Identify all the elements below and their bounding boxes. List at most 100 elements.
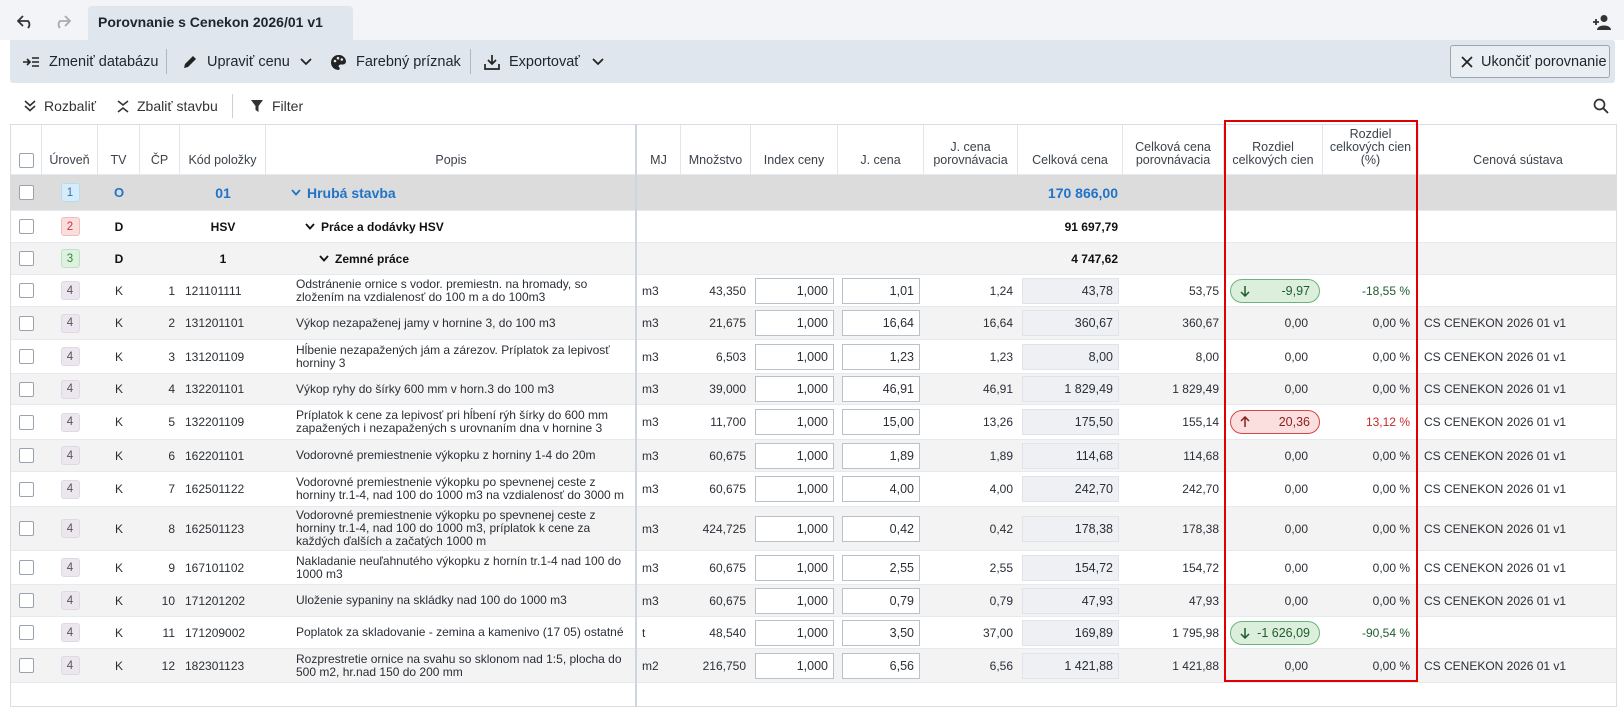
unit-price-input[interactable]: 0,79 (842, 587, 920, 614)
undo-icon[interactable] (14, 10, 38, 34)
price-index-input[interactable]: 1,000 (755, 277, 834, 304)
table-row[interactable]: 4 K 5 132201109 Príplatok k cene za lepivosť… (11, 405, 1616, 440)
row-checkbox[interactable] (19, 521, 34, 536)
tv-cell: K (114, 560, 123, 575)
header-total[interactable]: Celková cena (1018, 125, 1123, 174)
total-price-field: 175,50 (1022, 409, 1119, 435)
row-checkbox[interactable] (19, 251, 34, 266)
unit-price-input[interactable]: 3,50 (842, 619, 920, 646)
export-button[interactable]: Exportovať (484, 48, 604, 76)
header-unit-price-cmp[interactable]: J. cena porovnávacia (924, 125, 1018, 174)
header-price-index[interactable]: Index ceny (751, 125, 838, 174)
table-row[interactable]: 4 K 3 131201109 Hĺbenie nezapažených jám a z… (11, 340, 1616, 374)
row-checkbox[interactable] (19, 658, 34, 673)
unit-price-input[interactable]: 0,42 (842, 515, 920, 542)
unit-price-input[interactable]: 1,89 (842, 442, 920, 469)
header-level[interactable]: Úroveň (42, 125, 98, 174)
desc-cell[interactable]: Zemné práce (314, 243, 654, 274)
price-index-input[interactable]: 1,000 (755, 587, 834, 614)
table-row[interactable]: 4 K 4 132201101 Výkop ryhy do šírky 600 mm v… (11, 374, 1616, 405)
redo-icon[interactable] (50, 10, 74, 34)
code-cell: 01 (215, 184, 231, 201)
price-index-input[interactable]: 1,000 (755, 554, 834, 581)
price-index-input[interactable]: 1,000 (755, 442, 834, 469)
row-checkbox[interactable] (19, 381, 34, 397)
row-checkbox[interactable] (19, 349, 34, 364)
end-comparison-button[interactable]: Ukončiť porovnanie (1450, 45, 1610, 78)
header-cp[interactable]: ČP (140, 125, 180, 174)
expand-button[interactable]: Rozbaliť (24, 94, 96, 118)
header-total-cmp[interactable]: Celková cena porovnávacia (1123, 125, 1224, 174)
select-all-checkbox[interactable] (18, 153, 34, 168)
search-icon[interactable] (1593, 94, 1617, 118)
row-checkbox[interactable] (19, 481, 34, 497)
header-mj[interactable]: MJ (637, 125, 681, 174)
price-index-input[interactable]: 1,000 (755, 515, 834, 542)
chevron-down-icon[interactable] (291, 189, 301, 196)
table-row[interactable]: 4 K 11 171209002 Poplatok za skladovanie - z… (11, 617, 1616, 649)
row-checkbox[interactable] (19, 593, 34, 608)
unit-price-input[interactable]: 6,56 (842, 652, 920, 679)
row-checkbox[interactable] (19, 414, 34, 430)
price-index-input[interactable]: 1,000 (755, 409, 834, 435)
header-system[interactable]: Cenová sústava (1419, 125, 1616, 174)
row-checkbox[interactable] (19, 625, 34, 640)
unit-price-input[interactable]: 1,01 (842, 277, 920, 304)
header-unit-price[interactable]: J. cena (838, 125, 924, 174)
table-row[interactable]: 4 K 10 171201202 Uloženie sypaniny na skládk… (11, 585, 1616, 617)
diff-pct-cell: 0,00 % (1372, 349, 1410, 364)
unit-price-input[interactable]: 4,00 (842, 476, 920, 502)
row-checkbox[interactable] (19, 448, 34, 463)
tab-comparison[interactable]: Porovnanie s Cenekon 2026/01 v1 (88, 6, 353, 40)
desc-cell[interactable]: Práce a dodávky HSV (300, 211, 640, 242)
total-cell: 4 747,62 (1071, 251, 1118, 266)
price-index-input[interactable]: 1,000 (755, 476, 834, 502)
add-user-icon[interactable] (1590, 10, 1614, 34)
unit-price-input[interactable]: 2,55 (842, 554, 920, 581)
row-checkbox[interactable] (19, 185, 34, 200)
table-row[interactable]: 4 K 6 162201101 Vodorovné premiestnenie výko… (11, 440, 1616, 472)
price-index-input[interactable]: 1,000 (755, 343, 834, 370)
header-qty[interactable]: Množstvo (681, 125, 751, 174)
row-checkbox[interactable] (19, 283, 34, 298)
price-index-input[interactable]: 1,000 (755, 310, 834, 336)
change-database-button[interactable]: Zmeniť databázu (22, 48, 158, 76)
table-row[interactable]: 4 K 8 162501123 Vodorovné premiestnenie výko… (11, 507, 1616, 551)
group-row[interactable]: 2 D HSV Práce a dodávky HSV 91 697,79 (11, 211, 1616, 243)
filter-button[interactable]: Filter (250, 94, 303, 118)
unit-price-cmp-cell: 0,42 (989, 521, 1013, 536)
unit-price-input[interactable]: 16,64 (842, 310, 920, 336)
row-checkbox[interactable] (19, 219, 34, 234)
table-row[interactable]: 4 K 2 131201101 Výkop nezapaženej jamy v hor… (11, 307, 1616, 340)
unit-price-input[interactable]: 1,23 (842, 343, 920, 370)
code-cell: 182301123 (185, 658, 245, 673)
header-desc[interactable]: Popis (266, 125, 637, 174)
edit-price-button[interactable]: Upraviť cenu (182, 48, 312, 76)
unit-price-cmp-cell: 1,24 (989, 283, 1013, 298)
price-index-input[interactable]: 1,000 (755, 376, 834, 402)
unit-price-input[interactable]: 15,00 (842, 409, 920, 435)
unit-price-input[interactable]: 46,91 (842, 376, 920, 402)
chevron-down-icon[interactable] (305, 223, 315, 230)
header-tv[interactable]: TV (98, 125, 140, 174)
header-diff[interactable]: Rozdiel celkových cien (1224, 125, 1323, 174)
header-diff-pct[interactable]: Rozdiel celkových cien (%) (1323, 125, 1419, 174)
table-row[interactable]: 4 K 9 167101102 Nakladanie neuľahnutého výko… (11, 551, 1616, 585)
price-index-input[interactable]: 1,000 (755, 619, 834, 646)
column-splitter[interactable] (635, 124, 637, 707)
collapse-button[interactable]: Zbaliť stavbu (117, 94, 218, 118)
desc-cell[interactable]: Hrubá stavba (286, 175, 626, 210)
cp-cell: 12 (161, 658, 175, 673)
table-row[interactable]: 4 K 12 182301123 Rozprestretie ornice na sva… (11, 649, 1616, 683)
row-checkbox[interactable] (19, 560, 34, 575)
chevron-down-icon[interactable] (319, 255, 329, 262)
group-row[interactable]: 3 D 1 Zemné práce 4 747,62 (11, 243, 1616, 275)
group-row[interactable]: 1 O 01 Hrubá stavba 170 866,00 (11, 175, 1616, 211)
price-index-input[interactable]: 1,000 (755, 652, 834, 679)
row-checkbox[interactable] (19, 315, 34, 331)
color-flag-button[interactable]: Farebný príznak (330, 48, 461, 76)
tv-cell: K (114, 349, 123, 364)
header-code[interactable]: Kód položky (180, 125, 266, 174)
table-row[interactable]: 4 K 1 121101111 Odstránenie ornice s vodor. … (11, 275, 1616, 307)
table-row[interactable]: 4 K 7 162501122 Vodorovné premiestnenie výko… (11, 472, 1616, 507)
